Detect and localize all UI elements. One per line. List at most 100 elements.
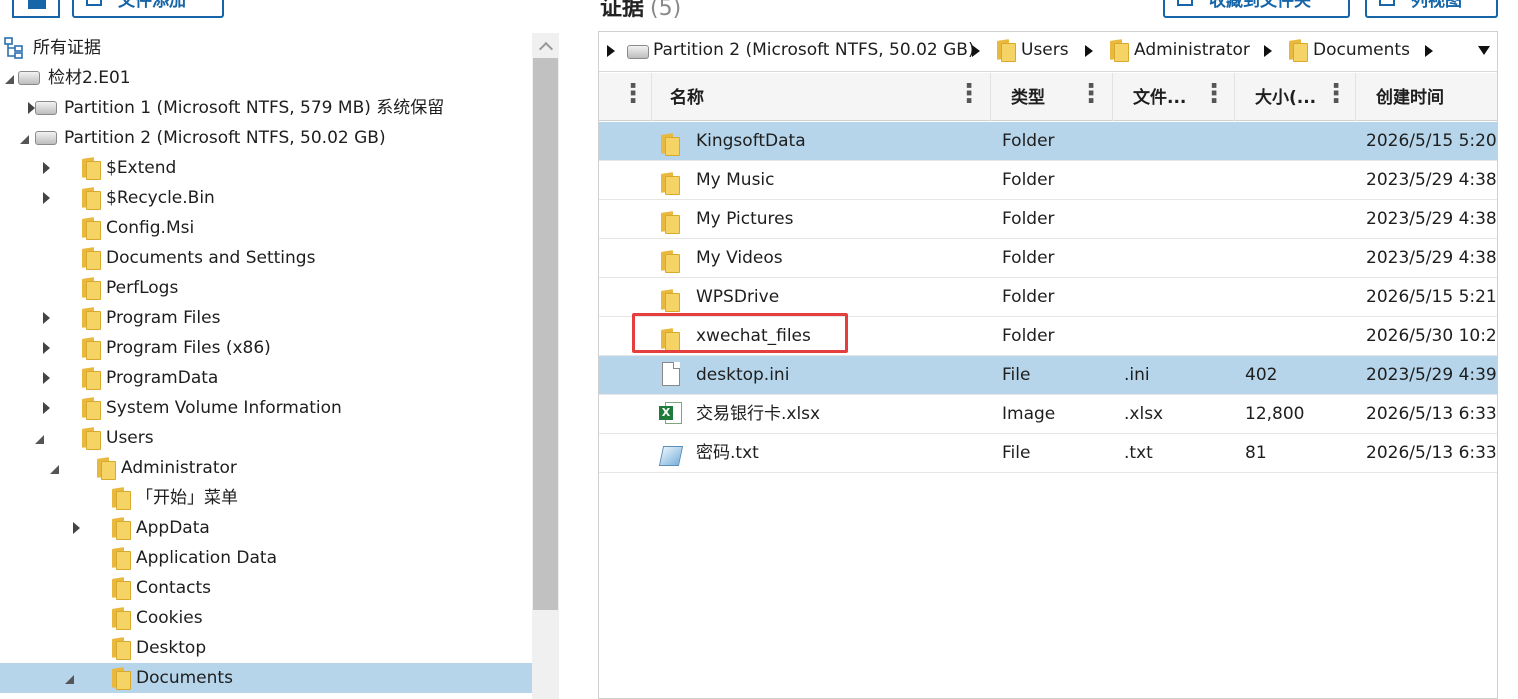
cell-type: Folder xyxy=(1002,248,1055,268)
cell-name: My Videos xyxy=(696,248,783,268)
tree-item[interactable]: Program Files xyxy=(0,303,532,333)
expand-icon[interactable] xyxy=(40,303,52,333)
tree-item[interactable]: 「开始」菜单 xyxy=(0,483,532,513)
column-menu-icon[interactable] xyxy=(620,79,646,109)
table-row[interactable]: xwechat_files Folder 2026/5/30 10:29 xyxy=(599,317,1497,356)
tree-item[interactable]: Contacts xyxy=(0,573,532,603)
tree-item-label: Cookies xyxy=(136,608,203,628)
folder-icon xyxy=(80,368,101,390)
column-name[interactable]: 名称 xyxy=(652,73,991,121)
tree-item[interactable]: Documents xyxy=(0,663,532,693)
breadcrumb-arrow-icon[interactable] xyxy=(1085,45,1093,57)
column-created[interactable]: 创建时间 xyxy=(1356,73,1497,121)
column-extension[interactable]: 文件... xyxy=(1113,73,1235,121)
scroll-up-icon[interactable] xyxy=(539,40,552,53)
cell-type: Folder xyxy=(1002,170,1055,190)
table-row[interactable]: WPSDrive Folder 2026/5/15 5:21:0 xyxy=(599,278,1497,317)
tree-item[interactable]: Partition 1 (Microsoft NTFS, 579 MB) 系统保… xyxy=(0,93,532,123)
breadcrumb-dropdown-icon[interactable] xyxy=(1478,46,1490,55)
top-toolbar: 文件添加 证据 (5) 收藏到文件夹 列视图 xyxy=(0,0,1518,22)
tree-scrollbar[interactable] xyxy=(532,33,559,699)
breadcrumb-arrow-icon[interactable] xyxy=(1425,45,1433,57)
tree-root[interactable]: 所有证据 xyxy=(0,33,532,63)
tree-item[interactable]: ProgramData xyxy=(0,363,532,393)
tree-item-label: Partition 1 (Microsoft NTFS, 579 MB) 系统保… xyxy=(64,98,445,118)
column-menu-icon[interactable] xyxy=(956,79,982,109)
cell-type: Folder xyxy=(1002,287,1055,307)
tree-item-label: Program Files xyxy=(106,308,221,328)
column-menu-icon[interactable] xyxy=(1201,79,1227,109)
scroll-thumb[interactable] xyxy=(533,58,558,610)
add-file-button[interactable]: 文件添加 xyxy=(72,0,224,18)
home-button[interactable] xyxy=(12,0,60,18)
table-row[interactable]: KingsoftData Folder 2026/5/15 5:20:5 xyxy=(599,122,1497,161)
tree-item[interactable]: Desktop xyxy=(0,633,532,663)
column-menu-icon[interactable] xyxy=(1323,79,1349,109)
expand-icon[interactable] xyxy=(40,393,52,423)
folder-icon xyxy=(80,158,101,180)
folder-icon xyxy=(110,518,131,540)
file-list-panel: Partition 2 (Microsoft NTFS, 50.02 GB) U… xyxy=(598,31,1498,699)
tree-item[interactable]: Partition 2 (Microsoft NTFS, 50.02 GB) xyxy=(0,123,532,153)
collapse-icon[interactable] xyxy=(34,423,46,453)
folder-icon xyxy=(80,248,101,270)
cell-created: 2026/5/15 5:21:0 xyxy=(1366,287,1497,307)
tree-item-label: System Volume Information xyxy=(106,398,342,418)
collapse-icon[interactable] xyxy=(4,63,16,93)
table-row[interactable]: My Music Folder 2023/5/29 4:38:5 xyxy=(599,161,1497,200)
cell-type: Folder xyxy=(1002,326,1055,346)
collapse-icon[interactable] xyxy=(64,663,76,693)
breadcrumb-administrator[interactable]: Administrator xyxy=(1108,32,1250,68)
cell-type: File xyxy=(1002,443,1031,463)
tree-item[interactable]: Documents and Settings xyxy=(0,243,532,273)
table-row[interactable]: X 交易银行卡.xlsx Image .xlsx 12,800 2026/5/13 6:3… xyxy=(599,395,1497,434)
cell-type: Folder xyxy=(1002,131,1055,151)
column-type[interactable]: 类型 xyxy=(991,73,1113,121)
breadcrumb-arrow-icon[interactable] xyxy=(972,45,980,57)
add-file-icon xyxy=(86,0,102,6)
tree-item[interactable]: Application Data xyxy=(0,543,532,573)
column-view-label: 列视图 xyxy=(1411,0,1462,11)
expand-icon[interactable] xyxy=(40,183,52,213)
column-size[interactable]: 大小(... xyxy=(1235,73,1356,121)
tree-item[interactable]: $Extend xyxy=(0,153,532,183)
expand-icon[interactable] xyxy=(40,363,52,393)
collapse-icon[interactable] xyxy=(49,453,61,483)
tree-item-label: Program Files (x86) xyxy=(106,338,271,358)
column-menu-icon[interactable] xyxy=(1078,79,1104,109)
tree-item[interactable]: System Volume Information xyxy=(0,393,532,423)
tree-item[interactable]: PerfLogs xyxy=(0,273,532,303)
table-row[interactable]: 密码.txt File .txt 81 2026/5/13 6:33:0 xyxy=(599,434,1497,473)
breadcrumb-arrow-icon[interactable] xyxy=(607,45,615,57)
expand-icon[interactable] xyxy=(40,333,52,363)
add-file-label: 文件添加 xyxy=(118,0,186,11)
tree-item[interactable]: Config.Msi xyxy=(0,213,532,243)
breadcrumb-documents[interactable]: Documents xyxy=(1287,32,1410,68)
collapse-icon[interactable] xyxy=(19,123,31,153)
breadcrumb-arrow-icon[interactable] xyxy=(1264,45,1272,57)
drive-icon xyxy=(35,131,57,145)
breadcrumb-partition[interactable]: Partition 2 (Microsoft NTFS, 50.02 GB) xyxy=(627,32,975,68)
cell-created: 2026/5/30 10:29 xyxy=(1366,326,1497,346)
tree-item[interactable]: Users xyxy=(0,423,532,453)
favorite-folder-label: 收藏到文件夹 xyxy=(1209,0,1311,11)
tree-item[interactable]: AppData xyxy=(0,513,532,543)
table-row[interactable]: My Videos Folder 2023/5/29 4:38:5 xyxy=(599,239,1497,278)
table-row[interactable]: desktop.ini File .ini 402 2023/5/29 4:39:0 xyxy=(599,356,1497,395)
column-view-button[interactable]: 列视图 xyxy=(1365,0,1498,18)
tree-item[interactable]: Administrator xyxy=(0,453,532,483)
favorite-folder-button[interactable]: 收藏到文件夹 xyxy=(1163,0,1350,18)
breadcrumb-users[interactable]: Users xyxy=(995,32,1069,68)
expand-icon[interactable] xyxy=(40,153,52,183)
tree-item[interactable]: Program Files (x86) xyxy=(0,333,532,363)
tree-item[interactable]: 检材2.E01 xyxy=(0,63,532,93)
expand-icon[interactable] xyxy=(70,513,82,543)
cell-name: KingsoftData xyxy=(696,131,806,151)
tree-item[interactable]: Cookies xyxy=(0,603,532,633)
column-options[interactable] xyxy=(599,73,652,121)
table-row[interactable]: My Pictures Folder 2023/5/29 4:38:5 xyxy=(599,200,1497,239)
tree-item[interactable]: $Recycle.Bin xyxy=(0,183,532,213)
cell-created: 2023/5/29 4:38:5 xyxy=(1366,170,1497,190)
folder-icon xyxy=(80,188,101,210)
folder-icon xyxy=(80,428,101,450)
